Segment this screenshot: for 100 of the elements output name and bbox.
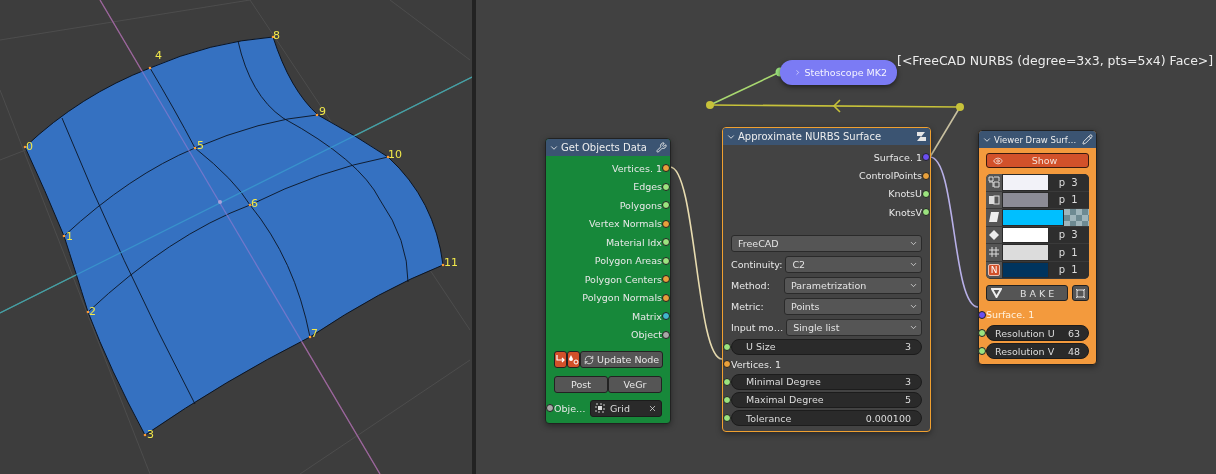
node-panel[interactable]: Get Objects Data Vertices. 1 Edges Polygons Vertex Normals Material Idx Polygon Areas Polygon Centers Polygon Normals Matrix Object Update Node Post VeGr Obje… Grid (545, 138, 671, 424)
display-toggle[interactable] (986, 209, 1002, 226)
material-button[interactable] (567, 351, 580, 368)
vertex-display-icon (988, 176, 1000, 189)
color-swatch[interactable] (1002, 244, 1049, 261)
vertex-label: 11 (444, 256, 458, 269)
update-node-button[interactable]: Update Node (580, 351, 664, 368)
socket[interactable] (723, 414, 731, 423)
edge-display-icon (988, 193, 1000, 206)
size-value[interactable]: p 1 (1049, 244, 1089, 261)
socket-label: Vertices. 1 (731, 358, 781, 370)
vertex-label: 2 (89, 305, 96, 318)
dropdown[interactable]: Parametrization (784, 276, 922, 294)
socket[interactable] (662, 293, 670, 302)
socket[interactable] (922, 171, 930, 180)
socket[interactable] (723, 377, 731, 386)
frame-button[interactable] (1072, 285, 1089, 301)
display-toggle[interactable] (986, 244, 1002, 261)
input-label: Obje… (554, 402, 587, 414)
number-field[interactable]: Minimal Degree 3 (731, 373, 922, 390)
implementation-dropdown[interactable]: FreeCAD (731, 234, 922, 252)
arrow-button[interactable] (554, 351, 567, 368)
vertex-label: 10 (388, 148, 402, 161)
toggle-button[interactable]: VeGr (608, 376, 662, 393)
node-header[interactable]: Approximate NURBS Surface (723, 128, 930, 145)
node-panel[interactable] (722, 127, 931, 433)
dropdown[interactable]: Points (784, 297, 922, 315)
socket[interactable] (662, 201, 670, 210)
face-display-icon (988, 211, 1000, 224)
socket[interactable] (662, 312, 670, 321)
node-title: Approximate NURBS Surface (738, 131, 883, 142)
reroute-point[interactable] (956, 103, 964, 111)
socket[interactable] (922, 208, 930, 217)
socket[interactable] (723, 396, 731, 404)
socket[interactable] (662, 256, 670, 265)
socket[interactable] (978, 310, 986, 319)
color-swatch[interactable] (1002, 209, 1064, 226)
socket[interactable] (662, 330, 670, 339)
number-field[interactable]: Resolution V 48 (986, 343, 1089, 359)
vertex-label: 4 (155, 49, 162, 62)
field-label: Continuity: (731, 258, 783, 270)
field-label: Input mo… (731, 321, 784, 333)
alpha-swatch[interactable] (1064, 209, 1089, 226)
node-title: Stethoscope MK2 (804, 67, 887, 78)
socket[interactable] (662, 238, 670, 247)
color-swatch[interactable] (1002, 174, 1049, 191)
size-value[interactable]: p 3 (1049, 174, 1089, 191)
refresh-icon (584, 354, 594, 365)
socket[interactable] (662, 275, 670, 284)
socket-label: Material Idx (605, 236, 662, 248)
socket-label: KnotsU (888, 188, 922, 200)
vertex-label: 8 (273, 29, 280, 42)
reroute-point[interactable] (706, 101, 714, 109)
socket[interactable] (662, 182, 670, 191)
socket[interactable] (723, 342, 731, 351)
socket[interactable] (978, 347, 986, 355)
surface-node-icon (916, 131, 927, 142)
socket[interactable] (662, 164, 670, 173)
number-field[interactable]: Maximal Degree 5 (731, 392, 922, 408)
number-field[interactable]: U Size 3 (731, 338, 922, 355)
bake-button[interactable]: BAKE (986, 285, 1068, 301)
socket-label: KnotsV (888, 206, 922, 218)
socket[interactable] (546, 404, 554, 412)
socket[interactable] (978, 329, 986, 337)
socket[interactable] (723, 360, 731, 369)
socket-label: Polygon Normals (582, 292, 662, 304)
vertex-label: 7 (311, 327, 318, 340)
display-toggle[interactable] (986, 174, 1002, 191)
socket-label: Object (631, 329, 662, 341)
vertex-label: 1 (66, 230, 73, 243)
socket-label: Polygons (619, 199, 662, 211)
close-icon[interactable] (648, 403, 657, 413)
field-label: Metric: (731, 300, 765, 312)
node-title: Viewer Draw Surf… (994, 134, 1078, 145)
pencil-icon (1082, 134, 1093, 145)
number-field[interactable]: Resolution U 63 (986, 325, 1089, 341)
object-field[interactable]: Grid (590, 399, 662, 417)
socket-label: Matrix (632, 310, 662, 322)
3d-viewport[interactable]: 0 1 2 3 4 5 6 7 8 9 10 11 (0, 0, 476, 474)
field-label: Method: (731, 279, 771, 291)
node-header[interactable]: Viewer Draw Surf… (979, 131, 1096, 148)
point-display-icon (988, 228, 1000, 241)
vertex-label: 6 (251, 197, 258, 210)
socket[interactable] (662, 219, 670, 228)
expand-icon (794, 68, 802, 77)
node-panel[interactable]: Viewer Draw Surf… Show p 3 p 1 p 3 p 1 N p 1 BAKE Surface. 1 Resolution U 63 Resolution V 48 (978, 130, 1097, 365)
dropdown[interactable]: Single list (786, 318, 922, 336)
socket-label: Vertex Normals (589, 218, 662, 230)
hash-icon (988, 246, 1000, 259)
socket[interactable] (922, 189, 930, 198)
socket-label: Surface. 1 (986, 309, 1035, 320)
node-title: Get Objects Data (561, 142, 648, 153)
drops-icon (568, 354, 579, 365)
socket-label: Vertices. 1 (612, 162, 662, 174)
show-button[interactable]: Show (986, 153, 1089, 168)
toggle-button[interactable]: Post (554, 376, 608, 393)
frame-icon (1075, 287, 1086, 299)
number-field[interactable]: Tolerance 0.000100 (731, 410, 922, 427)
node-header[interactable]: Get Objects Data (546, 139, 670, 156)
dropdown[interactable]: C2 (785, 255, 922, 273)
